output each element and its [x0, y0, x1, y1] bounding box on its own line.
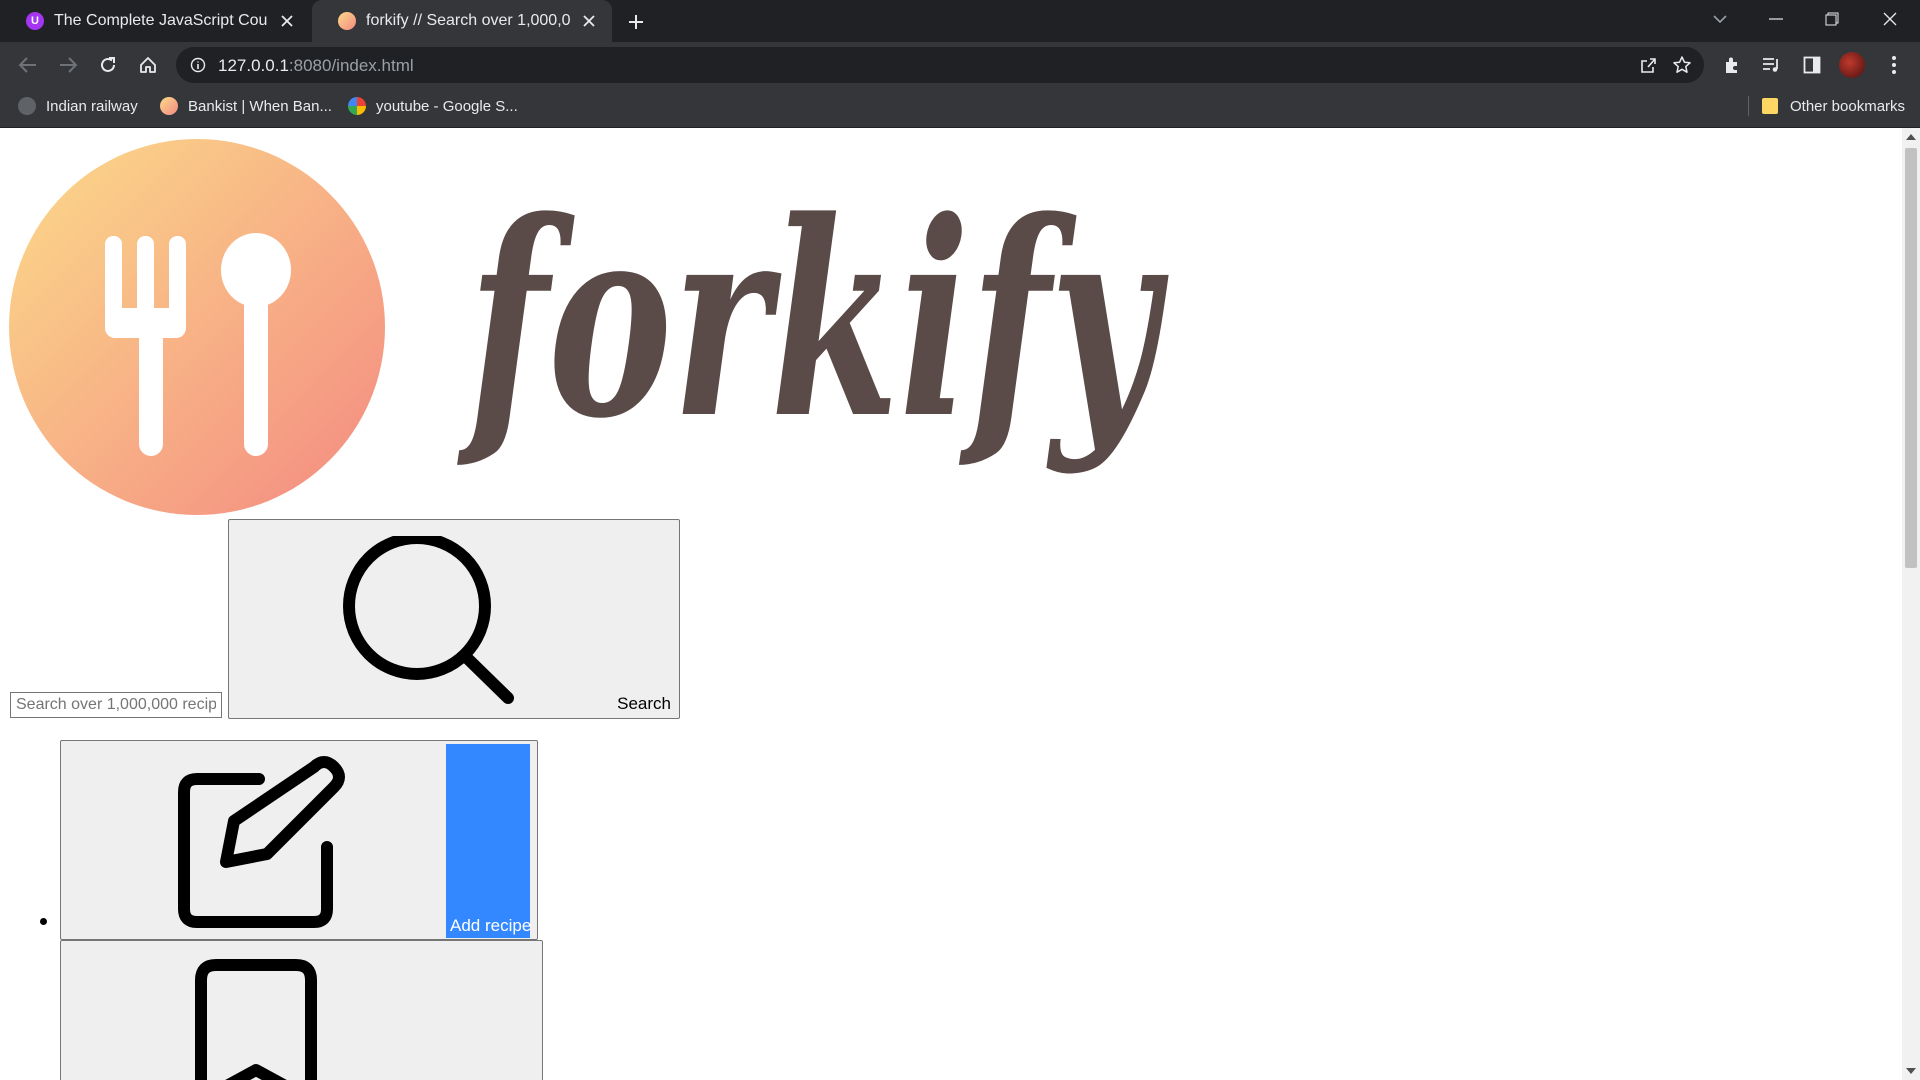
other-bookmarks-label: Other bookmarks: [1790, 97, 1906, 115]
folder-icon: [1762, 98, 1778, 114]
site-info-icon[interactable]: [190, 57, 206, 78]
search-icon: [343, 536, 514, 704]
bookmark-icon: [195, 959, 317, 1080]
reload-icon[interactable]: [92, 49, 124, 81]
bookmarks-divider: [1748, 96, 1749, 116]
scrollbar-thumb[interactable]: [1905, 148, 1917, 568]
tab-javascript-course[interactable]: U The Complete JavaScript Course: [0, 0, 310, 42]
bookmark-bankist[interactable]: Bankist | When Ban...: [160, 88, 332, 124]
add-recipe-label: Add recipe: [450, 916, 532, 935]
tab-title: The Complete JavaScript Course: [54, 12, 268, 29]
search-input[interactable]: [10, 692, 222, 718]
bookmark-label: youtube - Google S...: [376, 97, 518, 115]
menu-kebab-icon[interactable]: [1878, 49, 1910, 81]
restore-icon[interactable]: [1804, 0, 1860, 38]
media-control-icon[interactable]: [1756, 49, 1788, 81]
scroll-up-arrow-icon[interactable]: [1906, 134, 1916, 140]
add-recipe-button[interactable]: Add recipe: [60, 740, 538, 940]
search-button[interactable]: Search: [228, 519, 680, 719]
tab-search-chevron-icon[interactable]: [1692, 0, 1748, 38]
search-button-label: Search: [617, 694, 671, 713]
bookmark-indian-railway[interactable]: Indian railway: [18, 88, 138, 124]
address-bar[interactable]: 127.0.0.1:8080/index.html: [176, 47, 1704, 83]
browser-toolbar: 127.0.0.1:8080/index.html: [0, 42, 1920, 88]
new-tab-icon[interactable]: [622, 8, 650, 36]
other-bookmarks[interactable]: Other bookmarks: [1762, 88, 1905, 124]
back-icon[interactable]: [12, 49, 44, 81]
bookmark-star-icon[interactable]: [1672, 55, 1692, 80]
globe-icon: [18, 97, 36, 115]
url-text: 127.0.0.1:8080/index.html: [218, 56, 414, 75]
tab-close-icon[interactable]: [578, 10, 600, 32]
udemy-favicon-icon: U: [26, 12, 44, 30]
bookmark-label: Indian railway: [46, 97, 138, 115]
list-bullet: [40, 918, 47, 925]
minimize-icon[interactable]: [1748, 0, 1804, 38]
bookmark-label: Bankist | When Ban...: [188, 97, 332, 115]
page-viewport: forkify Search Add recipe: [0, 128, 1920, 1080]
forkify-logo[interactable]: forkify: [0, 128, 1190, 518]
extensions-icon[interactable]: [1716, 49, 1748, 81]
bankist-icon: [160, 97, 178, 115]
logo-wordmark: forkify: [456, 163, 1169, 478]
share-icon[interactable]: [1640, 56, 1658, 79]
close-window-icon[interactable]: [1862, 0, 1918, 38]
bookmarks-button[interactable]: [60, 940, 543, 1080]
tab-forkify[interactable]: forkify // Search over 1,000,000 r: [312, 0, 612, 42]
forward-icon[interactable]: [52, 49, 84, 81]
forkify-favicon-icon: [338, 12, 356, 30]
bookmarks-bar: Indian railway Bankist | When Ban... you…: [0, 88, 1920, 128]
google-icon: [348, 97, 366, 115]
home-icon[interactable]: [132, 49, 164, 81]
tab-title: forkify // Search over 1,000,000 r: [366, 12, 570, 29]
edit-icon: [178, 756, 345, 928]
bookmark-youtube-google[interactable]: youtube - Google S...: [348, 88, 518, 124]
profile-avatar[interactable]: [1836, 49, 1868, 81]
side-panel-icon[interactable]: [1796, 49, 1828, 81]
tab-strip: U The Complete JavaScript Course forkify…: [0, 0, 1920, 42]
tab-close-icon[interactable]: [276, 10, 298, 32]
add-recipe-highlight: Add recipe: [446, 744, 532, 938]
scroll-down-arrow-icon[interactable]: [1906, 1068, 1916, 1074]
page-scrollbar[interactable]: [1902, 128, 1920, 1080]
